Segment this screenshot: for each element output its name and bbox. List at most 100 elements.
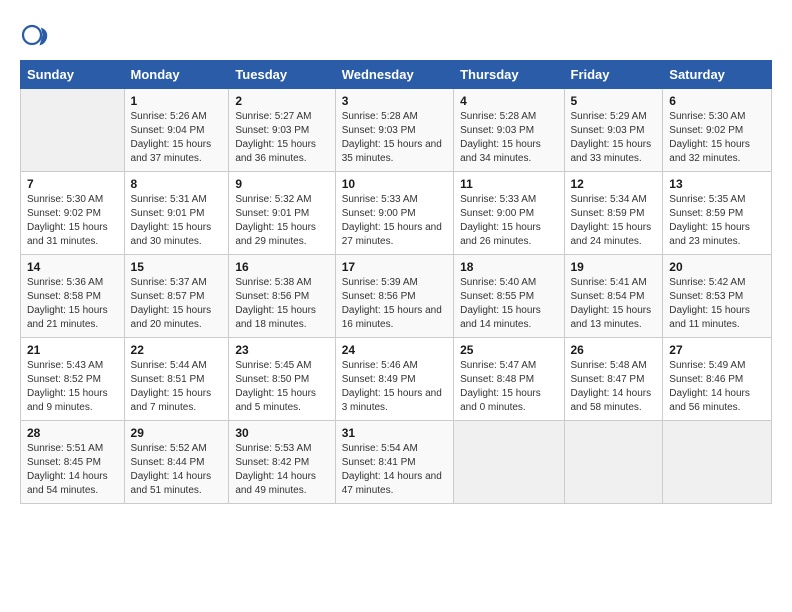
- day-cell: 11Sunrise: 5:33 AMSunset: 9:00 PMDayligh…: [454, 172, 564, 255]
- day-info: Sunrise: 5:43 AMSunset: 8:52 PMDaylight:…: [27, 359, 118, 415]
- logo: [20, 20, 54, 50]
- day-info: Sunrise: 5:30 AMSunset: 9:02 PMDaylight:…: [669, 110, 765, 166]
- day-cell: [564, 421, 663, 504]
- weekday-header-saturday: Saturday: [663, 61, 772, 89]
- day-number: 16: [235, 260, 328, 274]
- weekday-header-friday: Friday: [564, 61, 663, 89]
- day-cell: 18 Sunrise: 5:40 AMSunset: 8:55 PMDayligh…: [454, 255, 564, 338]
- day-info: Sunrise: 5:52 AMSunset: 8:44 PMDaylight:…: [131, 442, 223, 498]
- header: [20, 20, 772, 50]
- day-number: 4: [460, 94, 557, 108]
- weekday-header-sunday: Sunday: [21, 61, 125, 89]
- week-row-2: 7Sunrise: 5:30 AMSunset: 9:02 PMDaylight…: [21, 172, 772, 255]
- week-row-4: 21 Sunrise: 5:43 AMSunset: 8:52 PMDayligh…: [21, 338, 772, 421]
- day-number: 26: [571, 343, 657, 357]
- day-info: Sunrise: 5:47 AMSunset: 8:48 PMDaylight:…: [460, 359, 557, 415]
- day-info: Sunrise: 5:28 AMSunset: 9:03 PMDaylight:…: [342, 110, 447, 166]
- day-cell: 21 Sunrise: 5:43 AMSunset: 8:52 PMDayligh…: [21, 338, 125, 421]
- logo-icon: [20, 20, 50, 50]
- day-number: 5: [571, 94, 657, 108]
- day-number: 31: [342, 426, 447, 440]
- weekday-header-tuesday: Tuesday: [229, 61, 335, 89]
- day-number: 21: [27, 343, 118, 357]
- day-number: 8: [131, 177, 223, 191]
- day-cell: 1Sunrise: 5:26 AMSunset: 9:04 PMDaylight…: [124, 89, 229, 172]
- day-number: 24: [342, 343, 447, 357]
- day-cell: 14 Sunrise: 5:36 AMSunset: 8:58 PMDayligh…: [21, 255, 125, 338]
- day-number: 1: [131, 94, 223, 108]
- day-cell: 30 Sunrise: 5:53 AMSunset: 8:42 PMDayligh…: [229, 421, 335, 504]
- day-cell: 15 Sunrise: 5:37 AMSunset: 8:57 PMDayligh…: [124, 255, 229, 338]
- day-info: Sunrise: 5:35 AMSunset: 8:59 PMDaylight:…: [669, 193, 765, 249]
- day-cell: 5 Sunrise: 5:29 AMSunset: 9:03 PMDaylight…: [564, 89, 663, 172]
- day-info: Sunrise: 5:49 AMSunset: 8:46 PMDaylight:…: [669, 359, 765, 415]
- day-info: Sunrise: 5:39 AMSunset: 8:56 PMDaylight:…: [342, 276, 447, 332]
- day-cell: 22 Sunrise: 5:44 AMSunset: 8:51 PMDayligh…: [124, 338, 229, 421]
- day-cell: 26Sunrise: 5:48 AMSunset: 8:47 PMDayligh…: [564, 338, 663, 421]
- day-cell: 29 Sunrise: 5:52 AMSunset: 8:44 PMDayligh…: [124, 421, 229, 504]
- day-cell: 17 Sunrise: 5:39 AMSunset: 8:56 PMDayligh…: [335, 255, 453, 338]
- day-number: 27: [669, 343, 765, 357]
- day-number: 30: [235, 426, 328, 440]
- day-cell: 2Sunrise: 5:27 AMSunset: 9:03 PMDaylight…: [229, 89, 335, 172]
- day-number: 9: [235, 177, 328, 191]
- day-cell: 20Sunrise: 5:42 AMSunset: 8:53 PMDayligh…: [663, 255, 772, 338]
- day-info: Sunrise: 5:27 AMSunset: 9:03 PMDaylight:…: [235, 110, 328, 166]
- day-info: Sunrise: 5:46 AMSunset: 8:49 PMDaylight:…: [342, 359, 447, 415]
- day-cell: 7Sunrise: 5:30 AMSunset: 9:02 PMDaylight…: [21, 172, 125, 255]
- day-number: 10: [342, 177, 447, 191]
- day-number: 12: [571, 177, 657, 191]
- day-info: Sunrise: 5:51 AMSunset: 8:45 PMDaylight:…: [27, 442, 118, 498]
- day-number: 13: [669, 177, 765, 191]
- weekday-header-wednesday: Wednesday: [335, 61, 453, 89]
- day-info: Sunrise: 5:30 AMSunset: 9:02 PMDaylight:…: [27, 193, 118, 249]
- header-row: SundayMondayTuesdayWednesdayThursdayFrid…: [21, 61, 772, 89]
- day-info: Sunrise: 5:41 AMSunset: 8:54 PMDaylight:…: [571, 276, 657, 332]
- day-number: 29: [131, 426, 223, 440]
- day-number: 17: [342, 260, 447, 274]
- week-row-5: 28Sunrise: 5:51 AMSunset: 8:45 PMDayligh…: [21, 421, 772, 504]
- day-info: Sunrise: 5:36 AMSunset: 8:58 PMDaylight:…: [27, 276, 118, 332]
- day-number: 11: [460, 177, 557, 191]
- day-info: Sunrise: 5:31 AMSunset: 9:01 PMDaylight:…: [131, 193, 223, 249]
- calendar-table: SundayMondayTuesdayWednesdayThursdayFrid…: [20, 60, 772, 504]
- day-cell: 19 Sunrise: 5:41 AMSunset: 8:54 PMDayligh…: [564, 255, 663, 338]
- day-cell: 31 Sunrise: 5:54 AMSunset: 8:41 PMDayligh…: [335, 421, 453, 504]
- day-info: Sunrise: 5:38 AMSunset: 8:56 PMDaylight:…: [235, 276, 328, 332]
- day-cell: [454, 421, 564, 504]
- day-info: Sunrise: 5:40 AMSunset: 8:55 PMDaylight:…: [460, 276, 557, 332]
- day-number: 22: [131, 343, 223, 357]
- day-info: Sunrise: 5:53 AMSunset: 8:42 PMDaylight:…: [235, 442, 328, 498]
- day-cell: 27 Sunrise: 5:49 AMSunset: 8:46 PMDayligh…: [663, 338, 772, 421]
- day-info: Sunrise: 5:29 AMSunset: 9:03 PMDaylight:…: [571, 110, 657, 166]
- day-cell: 24 Sunrise: 5:46 AMSunset: 8:49 PMDayligh…: [335, 338, 453, 421]
- day-info: Sunrise: 5:54 AMSunset: 8:41 PMDaylight:…: [342, 442, 447, 498]
- day-cell: 23Sunrise: 5:45 AMSunset: 8:50 PMDayligh…: [229, 338, 335, 421]
- day-cell: 12Sunrise: 5:34 AMSunset: 8:59 PMDayligh…: [564, 172, 663, 255]
- day-number: 15: [131, 260, 223, 274]
- day-number: 14: [27, 260, 118, 274]
- weekday-header-thursday: Thursday: [454, 61, 564, 89]
- weekday-header-monday: Monday: [124, 61, 229, 89]
- day-number: 3: [342, 94, 447, 108]
- day-info: Sunrise: 5:32 AMSunset: 9:01 PMDaylight:…: [235, 193, 328, 249]
- day-cell: 16 Sunrise: 5:38 AMSunset: 8:56 PMDayligh…: [229, 255, 335, 338]
- day-info: Sunrise: 5:45 AMSunset: 8:50 PMDaylight:…: [235, 359, 328, 415]
- day-cell: 13 Sunrise: 5:35 AMSunset: 8:59 PMDayligh…: [663, 172, 772, 255]
- day-number: 18: [460, 260, 557, 274]
- day-number: 25: [460, 343, 557, 357]
- day-cell: 10 Sunrise: 5:33 AMSunset: 9:00 PMDayligh…: [335, 172, 453, 255]
- day-cell: 9 Sunrise: 5:32 AMSunset: 9:01 PMDaylight…: [229, 172, 335, 255]
- week-row-3: 14 Sunrise: 5:36 AMSunset: 8:58 PMDayligh…: [21, 255, 772, 338]
- day-info: Sunrise: 5:37 AMSunset: 8:57 PMDaylight:…: [131, 276, 223, 332]
- day-cell: 25 Sunrise: 5:47 AMSunset: 8:48 PMDayligh…: [454, 338, 564, 421]
- day-info: Sunrise: 5:42 AMSunset: 8:53 PMDaylight:…: [669, 276, 765, 332]
- day-cell: 3 Sunrise: 5:28 AMSunset: 9:03 PMDaylight…: [335, 89, 453, 172]
- week-row-1: 1Sunrise: 5:26 AMSunset: 9:04 PMDaylight…: [21, 89, 772, 172]
- day-cell: 4 Sunrise: 5:28 AMSunset: 9:03 PMDaylight…: [454, 89, 564, 172]
- day-number: 19: [571, 260, 657, 274]
- day-cell: 8 Sunrise: 5:31 AMSunset: 9:01 PMDaylight…: [124, 172, 229, 255]
- day-info: Sunrise: 5:44 AMSunset: 8:51 PMDaylight:…: [131, 359, 223, 415]
- day-info: Sunrise: 5:28 AMSunset: 9:03 PMDaylight:…: [460, 110, 557, 166]
- day-info: Sunrise: 5:33 AMSunset: 9:00 PMDaylight:…: [342, 193, 447, 249]
